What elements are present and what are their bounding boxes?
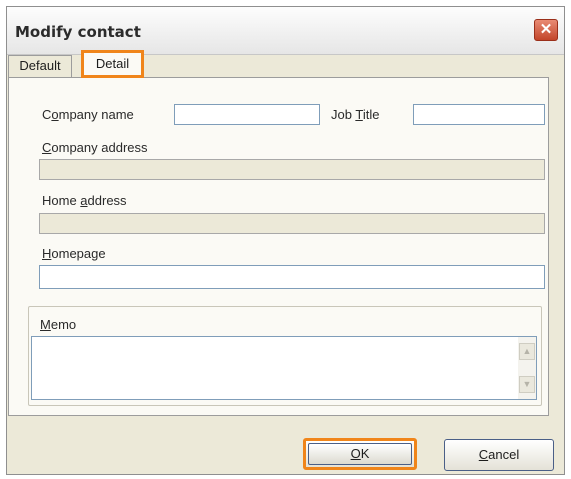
job-title-input[interactable] (413, 104, 545, 125)
tab-default[interactable]: Default (8, 55, 72, 77)
scroll-up-icon[interactable]: ▲ (519, 343, 535, 360)
tab-default-label: Default (19, 58, 61, 73)
job-title-label: Job Title (331, 107, 380, 122)
cancel-button-label: Cancel (478, 447, 520, 462)
memo-scrollbar[interactable]: ▲ ▼ (518, 337, 536, 399)
tab-detail[interactable]: Detail (81, 50, 144, 78)
homepage-input[interactable] (39, 265, 545, 289)
home-address-label: Home address (42, 193, 127, 208)
title-bar: Modify contact ✕ (7, 7, 564, 55)
scroll-down-icon[interactable]: ▼ (519, 376, 535, 393)
company-name-input[interactable] (174, 104, 320, 125)
cancel-button[interactable]: Cancel (444, 439, 554, 471)
home-address-field[interactable] (39, 213, 545, 234)
close-button[interactable]: ✕ (534, 19, 558, 41)
memo-textarea[interactable]: ▲ ▼ (31, 336, 537, 400)
ok-button[interactable]: OK (303, 438, 417, 470)
close-icon: ✕ (539, 21, 553, 38)
homepage-label: Homepage (42, 246, 106, 261)
company-address-label: Company address (42, 140, 148, 155)
memo-label: Memo (40, 317, 77, 332)
company-name-label: Company name (42, 107, 134, 122)
ok-button-label: OK (350, 446, 370, 461)
tab-detail-label: Detail (95, 56, 130, 71)
window-title: Modify contact (15, 23, 141, 41)
company-address-field[interactable] (39, 159, 545, 180)
